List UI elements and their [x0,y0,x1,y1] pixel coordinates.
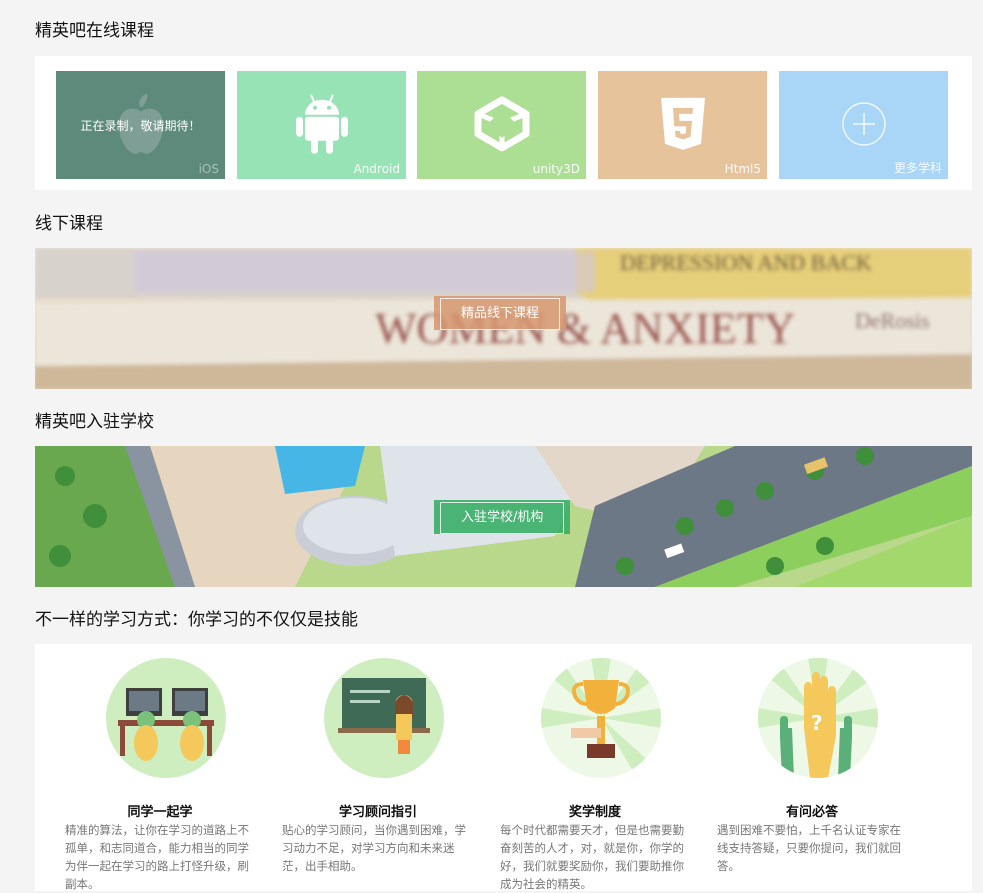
unity-icon [474,96,529,152]
course-tile-ios[interactable]: 正在录制，敬请期待！ iOS [56,71,225,179]
html5-icon [660,97,705,150]
ios-recording-notice: 正在录制，敬请期待！ [80,119,201,133]
course-name-html5: Html5 [724,162,761,176]
course-tile-android[interactable]: Android [237,71,406,179]
course-name-ios: iOS [198,162,219,176]
schools-heading: 精英吧入驻学校 [35,412,154,432]
feature-title: 学习顾问指引 [338,805,417,820]
offline-courses-button[interactable]: 精品线下课程 [434,296,567,330]
course-tile-html5[interactable]: Html5 [598,71,767,179]
features-heading: 不一样的学习方式：你学习的不仅仅是技能 [35,610,358,630]
course-name-unity3d: unity3D [532,162,580,176]
feature-title: 同学一起学 [127,805,193,820]
book-author: DeRosis [855,308,930,333]
raised-hands-illustration: ? [758,658,878,778]
online-courses-heading: 精英吧在线课程 [35,21,154,41]
schools-banner[interactable]: 入驻学校/机构 [35,446,972,587]
course-name-more: 更多学科 [893,161,942,175]
feature-title: 奖学制度 [568,805,621,820]
feature-desc: 精准的算法，让你在学习的道路上不孤单，和志同道合，能力相当的同学为伴一起在学习的… [65,823,249,891]
feature-desc: 遇到困难不要怕，上千名认证专家在线支持答疑，只要你提问，我们就回答。 [717,823,901,873]
feature-title: 有问必答 [785,805,838,820]
feature-desc: 每个时代都需要天才，但是也需要勤奋刻苦的人才，对，就是你，你学的好，我们就要奖励… [500,823,684,891]
book-title-depression: DEPRESSION AND BACK [620,250,872,275]
advisor-illustration [324,658,444,778]
classmates-illustration [106,658,226,778]
feature-desc: 贴心的学习顾问，当你遇到困难，学习动力不足，对学习方向和未来迷茫，出手相助。 [282,823,466,873]
offline-courses-heading: 线下课程 [35,214,103,234]
offline-courses-banner[interactable]: WOMEN & ANXIETY DeRosis DEPRESSION AND B… [35,248,972,389]
course-tile-unity3d[interactable]: unity3D [417,71,586,179]
svg-text:?: ? [811,711,823,735]
course-name-android: Android [353,162,400,176]
trophy-illustration [541,658,661,778]
join-school-button[interactable]: 入驻学校/机构 [434,500,571,534]
course-tile-more[interactable]: 更多学科 [779,71,948,179]
plus-circle-icon [841,102,886,146]
android-icon [295,94,348,154]
